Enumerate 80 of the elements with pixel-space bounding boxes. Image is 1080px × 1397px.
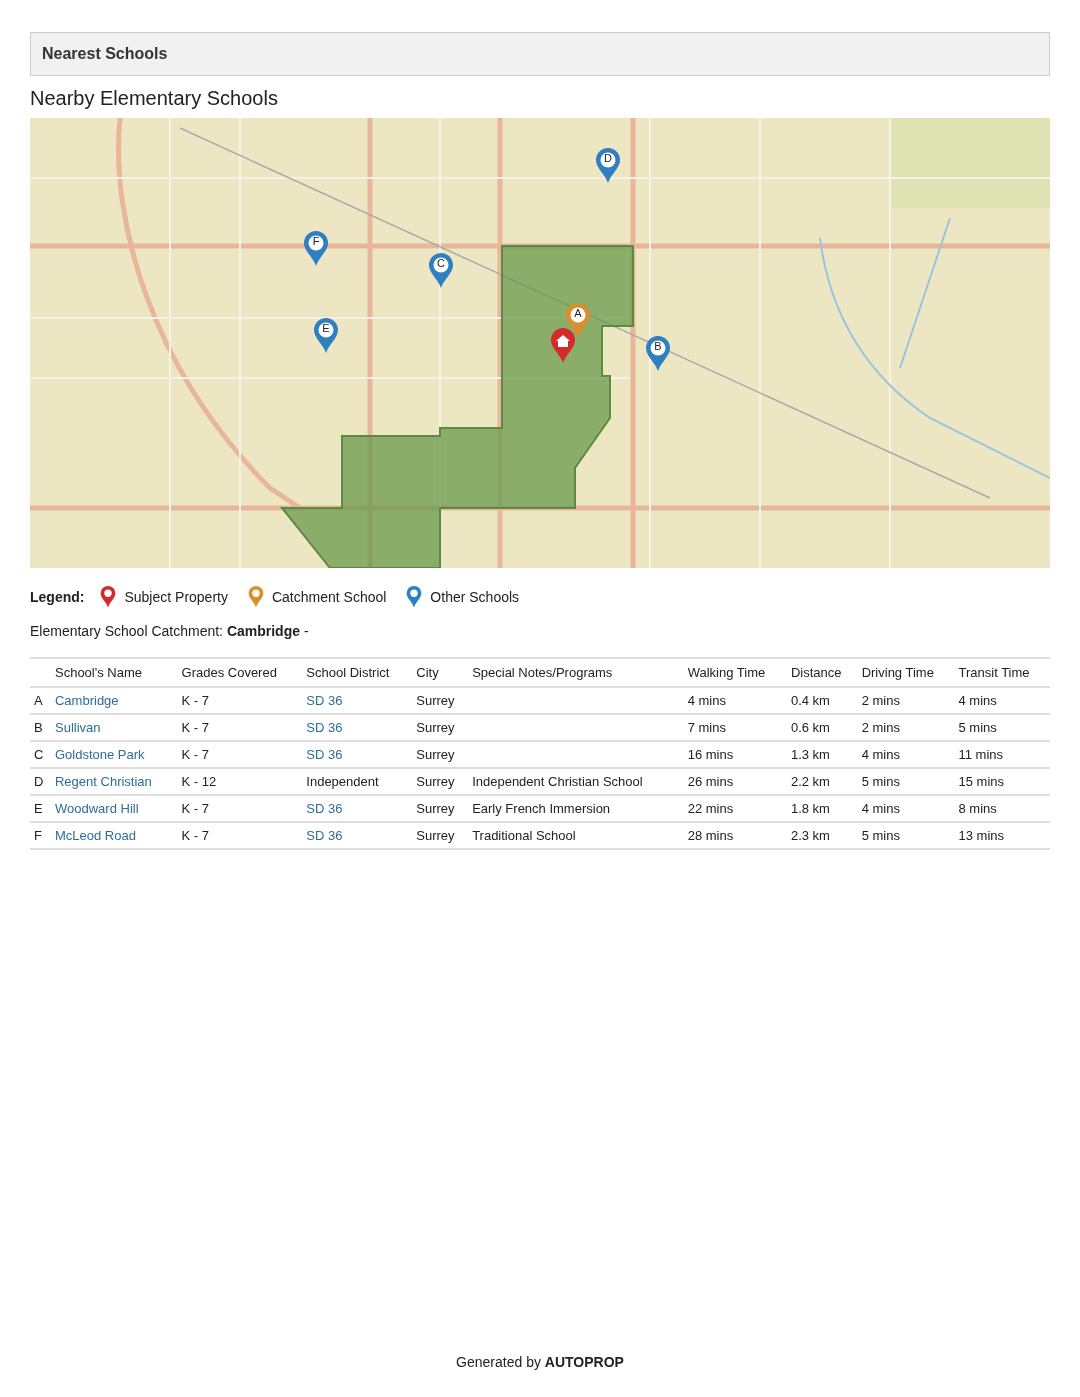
table-cell: 5 mins <box>958 720 997 735</box>
map-pin: F <box>303 231 329 267</box>
table-cell: 5 mins <box>861 774 900 789</box>
footer-text: Generated by AUTOPROP <box>455 1354 625 1370</box>
map-pin: B <box>645 336 671 372</box>
table-cell: Surrey <box>416 693 455 708</box>
table-cell: 22 mins <box>687 801 734 816</box>
section-heading: Nearby Elementary Schools <box>30 87 279 110</box>
table-cell: K - 7 <box>181 720 209 735</box>
table-cell: 4 mins <box>861 747 900 762</box>
map-pin: A <box>565 303 591 339</box>
column-header: School District <box>306 665 390 680</box>
table-cell: D <box>34 774 44 789</box>
legend-title: Legend: <box>30 589 85 605</box>
table-cell: K - 7 <box>181 801 209 816</box>
table-cell: K - 12 <box>181 774 217 789</box>
school-link[interactable]: Regent Christian <box>55 774 152 789</box>
section-title: Nearest Schools <box>42 45 168 62</box>
district-link[interactable]: SD 36 <box>306 828 343 843</box>
school-link[interactable]: Woodward Hill <box>55 801 139 816</box>
district-link[interactable]: SD 36 <box>306 693 343 708</box>
table-cell: 28 mins <box>687 828 734 843</box>
column-header: Walking Time <box>687 665 766 680</box>
catchment-text: Elementary School Catchment: Cambridge - <box>30 623 310 639</box>
table-cell: 26 mins <box>687 774 734 789</box>
table-cell: Independent Christian School <box>472 774 643 789</box>
column-header: School's Name <box>55 665 142 680</box>
map-pin: E <box>313 318 339 354</box>
table-cell: 4 mins <box>687 693 726 708</box>
table-cell: F <box>34 828 42 843</box>
school-link[interactable]: McLeod Road <box>55 828 136 843</box>
table-cell: 15 mins <box>958 774 1005 789</box>
table-cell: 0.4 km <box>790 693 830 708</box>
table-cell: 4 mins <box>958 693 997 708</box>
table-cell: A <box>34 693 43 708</box>
table-cell: 11 mins <box>958 747 1004 762</box>
table-cell: C <box>34 747 44 762</box>
table-cell: Traditional School <box>472 828 576 843</box>
column-header: Grades Covered <box>181 665 277 680</box>
table-cell: Surrey <box>416 828 455 843</box>
map-pin: D <box>595 148 621 184</box>
table-cell: Surrey <box>416 801 455 816</box>
column-header: City <box>416 665 439 680</box>
column-header: Distance <box>790 665 842 680</box>
district-link[interactable]: SD 36 <box>306 801 343 816</box>
table-cell: 7 mins <box>687 720 726 735</box>
legend-label: Subject Property <box>124 589 228 605</box>
table-cell: B <box>34 720 43 735</box>
table-cell: K - 7 <box>181 693 209 708</box>
school-link[interactable]: Goldstone Park <box>55 747 145 762</box>
table-cell: 5 mins <box>861 828 900 843</box>
legend-label: Other Schools <box>430 589 520 605</box>
school-link[interactable]: Cambridge <box>55 693 119 708</box>
table-cell: 13 mins <box>958 828 1005 843</box>
table-cell: Surrey <box>416 774 455 789</box>
table-cell: 2.3 km <box>790 828 830 843</box>
table-cell: Independent <box>306 774 379 789</box>
school-link[interactable]: Sullivan <box>55 720 101 735</box>
table-cell: 16 mins <box>687 747 734 762</box>
table-cell: 4 mins <box>861 801 900 816</box>
column-header: Transit Time <box>958 665 1030 680</box>
table-cell: Surrey <box>416 720 455 735</box>
table-cell: 0.6 km <box>790 720 830 735</box>
table-cell: 8 mins <box>958 801 997 816</box>
district-link[interactable]: SD 36 <box>306 720 343 735</box>
map-pin: C <box>428 253 454 289</box>
column-header: Special Notes/Programs <box>472 665 613 680</box>
column-header: Driving Time <box>861 665 934 680</box>
district-link[interactable]: SD 36 <box>306 747 343 762</box>
table-cell: K - 7 <box>181 828 209 843</box>
table-cell: K - 7 <box>181 747 209 762</box>
table-cell: E <box>34 801 43 816</box>
table-cell: Surrey <box>416 747 455 762</box>
legend-label: Catchment School <box>271 589 387 605</box>
table-cell: 2.2 km <box>790 774 830 789</box>
table-cell: 1.3 km <box>790 747 830 762</box>
table-cell: 2 mins <box>861 693 900 708</box>
table-cell: 1.8 km <box>790 801 830 816</box>
table-cell: Early French Immersion <box>472 801 611 816</box>
table-cell: 2 mins <box>861 720 900 735</box>
